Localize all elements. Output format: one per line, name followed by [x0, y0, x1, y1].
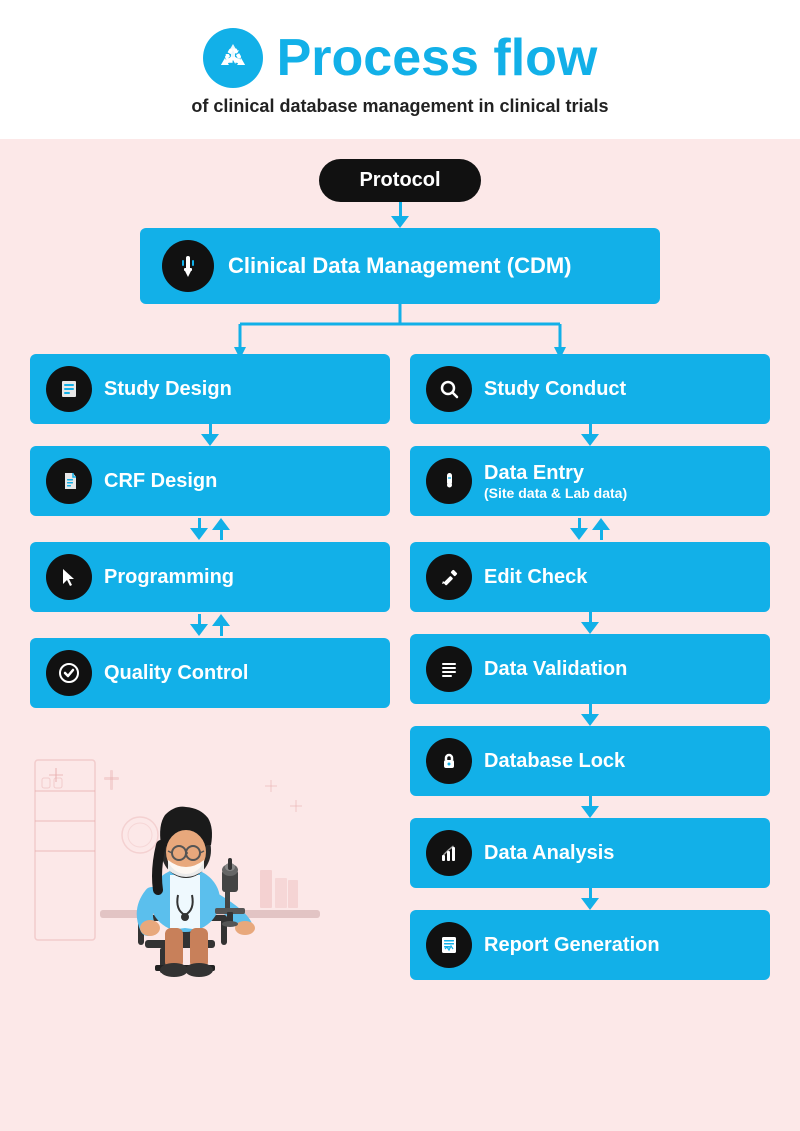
- cdm-box-wrap: Clinical Data Management (CDM): [30, 228, 770, 304]
- report-generation-label: Report Generation: [484, 933, 660, 957]
- protocol-label: Protocol: [359, 169, 440, 192]
- study-conduct-icon: [426, 366, 472, 412]
- data-entry-box: Data Entry (Site data & Lab data): [410, 446, 770, 516]
- data-validation-label: Data Validation: [484, 657, 627, 681]
- database-lock-label: Database Lock: [484, 749, 625, 773]
- study-conduct-box: Study Conduct: [410, 354, 770, 424]
- data-validation-icon: [426, 646, 472, 692]
- data-validation-box: Data Validation: [410, 634, 770, 704]
- programming-box: Programming: [30, 542, 390, 612]
- database-lock-box: Database Lock: [410, 726, 770, 796]
- crf-design-label: CRF Design: [104, 469, 217, 493]
- protocol-wrap: Protocol: [30, 159, 770, 202]
- data-entry-icon: [426, 458, 472, 504]
- crf-design-box: CRF Design: [30, 446, 390, 516]
- cdm-label: Clinical Data Management (CDM): [228, 253, 572, 279]
- two-columns: Study Design CRF Design: [30, 354, 770, 980]
- arrow-1: [391, 216, 409, 228]
- quality-control-box: Quality Control: [30, 638, 390, 708]
- data-entry-text-wrap: Data Entry (Site data & Lab data): [484, 461, 627, 501]
- edit-check-box: Edit Check: [410, 542, 770, 612]
- edit-check-icon: [426, 554, 472, 600]
- cdm-box: Clinical Data Management (CDM): [140, 228, 660, 304]
- prog-qc-connector: [190, 612, 230, 638]
- programming-icon: [46, 554, 92, 600]
- report-generation-icon: [426, 922, 472, 968]
- programming-label: Programming: [104, 565, 234, 589]
- data-analysis-icon: [426, 830, 472, 876]
- study-design-box: Study Design: [30, 354, 390, 424]
- subtitle: of clinical database management in clini…: [20, 96, 780, 117]
- data-analysis-label: Data Analysis: [484, 841, 614, 865]
- branch-area: [30, 304, 770, 359]
- left-column: Study Design CRF Design: [30, 354, 390, 980]
- main-title: Process flow: [277, 28, 598, 88]
- title-row: ♻ Process flow: [20, 28, 780, 88]
- da-rg-connector: [581, 888, 599, 910]
- study-conduct-label: Study Conduct: [484, 377, 626, 401]
- sc-de-connector: [581, 424, 599, 446]
- protocol-box: Protocol: [319, 159, 480, 202]
- study-design-icon: [46, 366, 92, 412]
- quality-control-icon: [46, 650, 92, 696]
- cdm-icon: [162, 240, 214, 292]
- data-entry-sublabel: (Site data & Lab data): [484, 485, 627, 501]
- right-column: Study Conduct Data Entry: [410, 354, 770, 980]
- v-line-1: [399, 202, 402, 216]
- quality-control-label: Quality Control: [104, 661, 248, 685]
- de-ec-connector: [570, 516, 610, 542]
- proto-to-cdm-connector: [30, 202, 770, 228]
- flow-area: Protocol Clinical Data Management (CDM): [0, 139, 800, 1010]
- study-design-label: Study Design: [104, 377, 232, 401]
- recycle-icon: ♻: [203, 28, 263, 88]
- dl-da-connector: [581, 796, 599, 818]
- report-generation-box: Report Generation: [410, 910, 770, 980]
- svg-text:♻: ♻: [223, 44, 243, 69]
- dv-dl-connector: [581, 704, 599, 726]
- data-entry-label: Data Entry: [484, 461, 627, 485]
- crf-prog-connector: [190, 516, 230, 542]
- sd-connector: [201, 424, 219, 446]
- database-lock-icon: [426, 738, 472, 784]
- branch-svg: [140, 304, 660, 359]
- ec-dv-connector: [581, 612, 599, 634]
- crf-design-icon: [46, 458, 92, 504]
- header-section: ♻ Process flow of clinical database mana…: [0, 0, 800, 139]
- data-analysis-box: Data Analysis: [410, 818, 770, 888]
- edit-check-label: Edit Check: [484, 565, 587, 589]
